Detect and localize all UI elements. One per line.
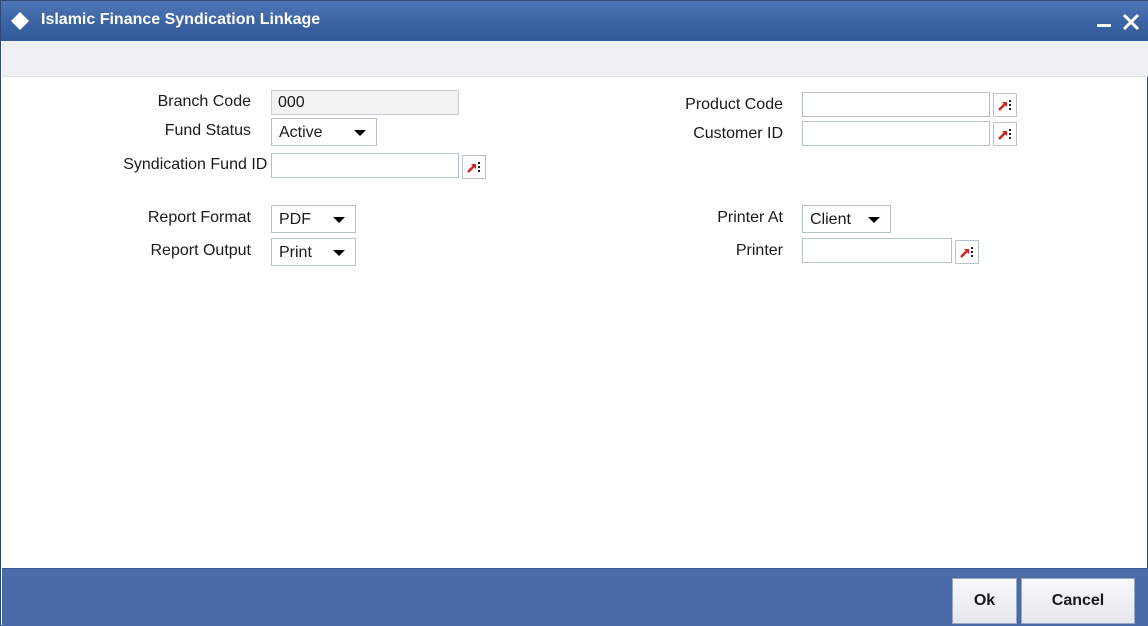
minimize-icon [1097, 24, 1111, 27]
chevron-down-icon [333, 217, 345, 223]
printer-at-value: Client [810, 211, 851, 228]
branch-code-field: 000 [271, 90, 459, 115]
product-code-input[interactable] [802, 92, 990, 117]
list-of-values-icon [467, 162, 480, 173]
product-code-label: Product Code [685, 96, 783, 113]
report-output-label: Report Output [150, 242, 252, 259]
printer-lov-button[interactable] [955, 240, 979, 264]
report-output-select[interactable]: Print [271, 238, 356, 266]
report-format-label: Report Format [147, 209, 251, 226]
close-icon [1122, 13, 1140, 31]
branch-code-label: Branch Code [157, 93, 251, 110]
title-bar[interactable]: Islamic Finance Syndication Linkage [1, 1, 1148, 41]
fund-status-value: Active [279, 124, 323, 141]
diamond-icon [10, 11, 30, 31]
ok-button[interactable]: Ok [952, 578, 1017, 624]
list-of-values-icon [960, 247, 973, 258]
fund-status-select[interactable]: Active [271, 118, 377, 146]
chevron-down-icon [868, 217, 880, 223]
syndication-fund-id-lov-button[interactable] [462, 155, 486, 179]
report-format-value: PDF [279, 211, 311, 228]
toolbar-strip [2, 41, 1148, 77]
printer-at-label: Printer At [717, 209, 783, 226]
cancel-button[interactable]: Cancel [1021, 578, 1135, 624]
syndication-fund-id-label: Syndication Fund ID * [123, 156, 278, 174]
window-title: Islamic Finance Syndication Linkage [41, 11, 321, 28]
printer-at-select[interactable]: Client [802, 205, 891, 233]
list-of-values-icon [998, 100, 1011, 111]
syndication-fund-id-input[interactable] [271, 153, 459, 178]
syndication-fund-id-label-text: Syndication Fund ID [123, 156, 268, 173]
product-code-lov-button[interactable] [993, 93, 1017, 117]
minimize-button[interactable] [1093, 7, 1117, 35]
chevron-down-icon [333, 250, 345, 256]
list-of-values-icon [998, 129, 1011, 140]
close-button[interactable] [1119, 7, 1143, 35]
printer-input[interactable] [802, 238, 952, 263]
dialog-window: Islamic Finance Syndication Linkage Bran… [0, 0, 1148, 626]
chevron-down-icon [354, 130, 366, 136]
printer-label: Printer [735, 242, 783, 259]
report-output-value: Print [279, 244, 312, 261]
customer-id-lov-button[interactable] [993, 122, 1017, 146]
customer-id-label: Customer ID [693, 125, 783, 142]
fund-status-label: Fund Status [164, 122, 251, 139]
report-format-select[interactable]: PDF [271, 205, 356, 233]
customer-id-input[interactable] [802, 121, 990, 146]
